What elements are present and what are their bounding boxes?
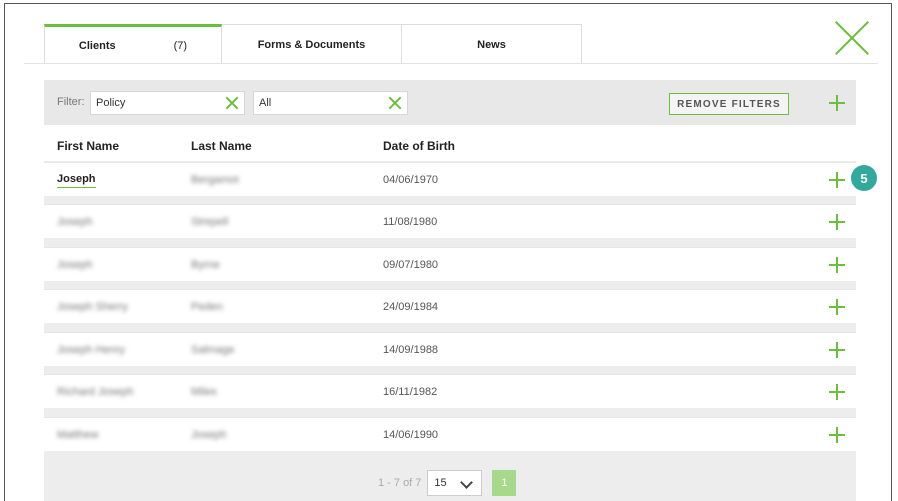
first-name-cell: Richard Joseph xyxy=(57,386,134,398)
add-plus-icon[interactable] xyxy=(829,214,845,230)
tab-news[interactable]: News xyxy=(402,24,582,64)
pagination-info: 1 - 7 of 7 xyxy=(378,477,422,489)
add-plus-icon[interactable] xyxy=(829,299,845,315)
clear-icon[interactable] xyxy=(224,95,240,111)
table-row[interactable]: Joseph Bergamot 04/06/1970 xyxy=(44,162,856,196)
filter-bar: Filter: Policy All REMOVE FILTERS xyxy=(44,80,856,125)
first-name-cell: Joseph Sherry xyxy=(57,301,128,313)
dob-cell: 16/11/1982 xyxy=(383,386,438,398)
dob-cell: 14/09/1988 xyxy=(383,344,439,356)
dob-cell: 04/06/1970 xyxy=(383,174,439,186)
page-1-button[interactable]: 1 xyxy=(492,470,517,496)
last-name-cell: Bergamot xyxy=(191,174,239,186)
add-filter-plus-icon[interactable] xyxy=(829,95,845,111)
first-name-cell[interactable]: Joseph xyxy=(57,173,96,188)
header-last-name: Last Name xyxy=(191,139,252,153)
table-row[interactable]: Matthew Joseph 14/06/1990 xyxy=(44,417,856,451)
page-size-value: 15 xyxy=(434,477,447,489)
dob-cell: 24/09/1984 xyxy=(383,301,439,313)
clear-icon[interactable] xyxy=(387,95,403,111)
table-row[interactable]: Richard Joseph Miles 16/11/1982 xyxy=(44,374,856,408)
first-name-cell: Joseph xyxy=(57,216,93,228)
header-first-name: First Name xyxy=(57,139,120,153)
add-plus-icon[interactable] xyxy=(829,172,845,188)
tab-forms-documents[interactable]: Forms & Documents xyxy=(222,24,402,64)
table-row[interactable]: Joseph Henry Salmage 14/09/1988 xyxy=(44,332,856,366)
last-name-cell: Byrne xyxy=(191,259,220,271)
first-name-cell: Matthew xyxy=(57,429,99,441)
tab-news-label: News xyxy=(477,38,506,51)
last-name-cell: Peden xyxy=(191,301,223,313)
table-row[interactable]: Joseph Byrne 09/07/1980 xyxy=(44,247,856,281)
filter-all-value: All xyxy=(259,97,272,109)
filter-policy-field[interactable]: Policy xyxy=(90,91,245,115)
tab-divider xyxy=(24,63,878,64)
dob-cell: 09/07/1980 xyxy=(383,259,439,271)
filter-label: Filter: xyxy=(57,96,85,108)
chevron-down-icon xyxy=(460,476,474,489)
tab-bar: Clients (7) Forms & Documents News xyxy=(44,24,582,64)
dob-cell: 14/06/1990 xyxy=(383,429,439,441)
add-plus-icon[interactable] xyxy=(829,257,845,273)
last-name-cell: Salmage xyxy=(191,344,235,356)
filter-all-field[interactable]: All xyxy=(253,91,408,115)
tab-clients-label: Clients xyxy=(78,39,116,52)
filter-policy-value: Policy xyxy=(96,97,126,109)
table-row[interactable]: Joseph Strepell 11/08/1980 xyxy=(44,204,856,238)
tab-clients[interactable]: Clients (7) xyxy=(44,24,222,64)
tab-forms-documents-label: Forms & Documents xyxy=(257,38,366,51)
clients-table: First Name Last Name Date of Birth Josep… xyxy=(44,125,856,501)
table-header: First Name Last Name Date of Birth xyxy=(44,125,856,161)
last-name-cell: Strepell xyxy=(191,216,229,228)
last-name-cell: Joseph xyxy=(191,429,227,441)
table-row[interactable]: Joseph Sherry Peden 24/09/1984 xyxy=(44,289,856,323)
step-badge: 5 xyxy=(851,165,877,191)
first-name-cell: Joseph Henry xyxy=(57,344,125,356)
dob-cell: 11/08/1980 xyxy=(383,216,438,228)
remove-filters-button[interactable]: REMOVE FILTERS xyxy=(669,93,789,115)
header-date-of-birth: Date of Birth xyxy=(383,139,455,153)
page-size-select[interactable]: 15 xyxy=(427,470,483,496)
add-plus-icon[interactable] xyxy=(829,342,845,358)
pagination: 1 - 7 of 7 15 1 xyxy=(378,470,517,496)
add-plus-icon[interactable] xyxy=(829,427,845,443)
first-name-cell: Joseph xyxy=(57,259,93,271)
last-name-cell: Miles xyxy=(191,386,217,398)
add-plus-icon[interactable] xyxy=(829,384,845,400)
close-icon[interactable] xyxy=(834,20,870,56)
tab-clients-count: (7) xyxy=(173,39,188,52)
